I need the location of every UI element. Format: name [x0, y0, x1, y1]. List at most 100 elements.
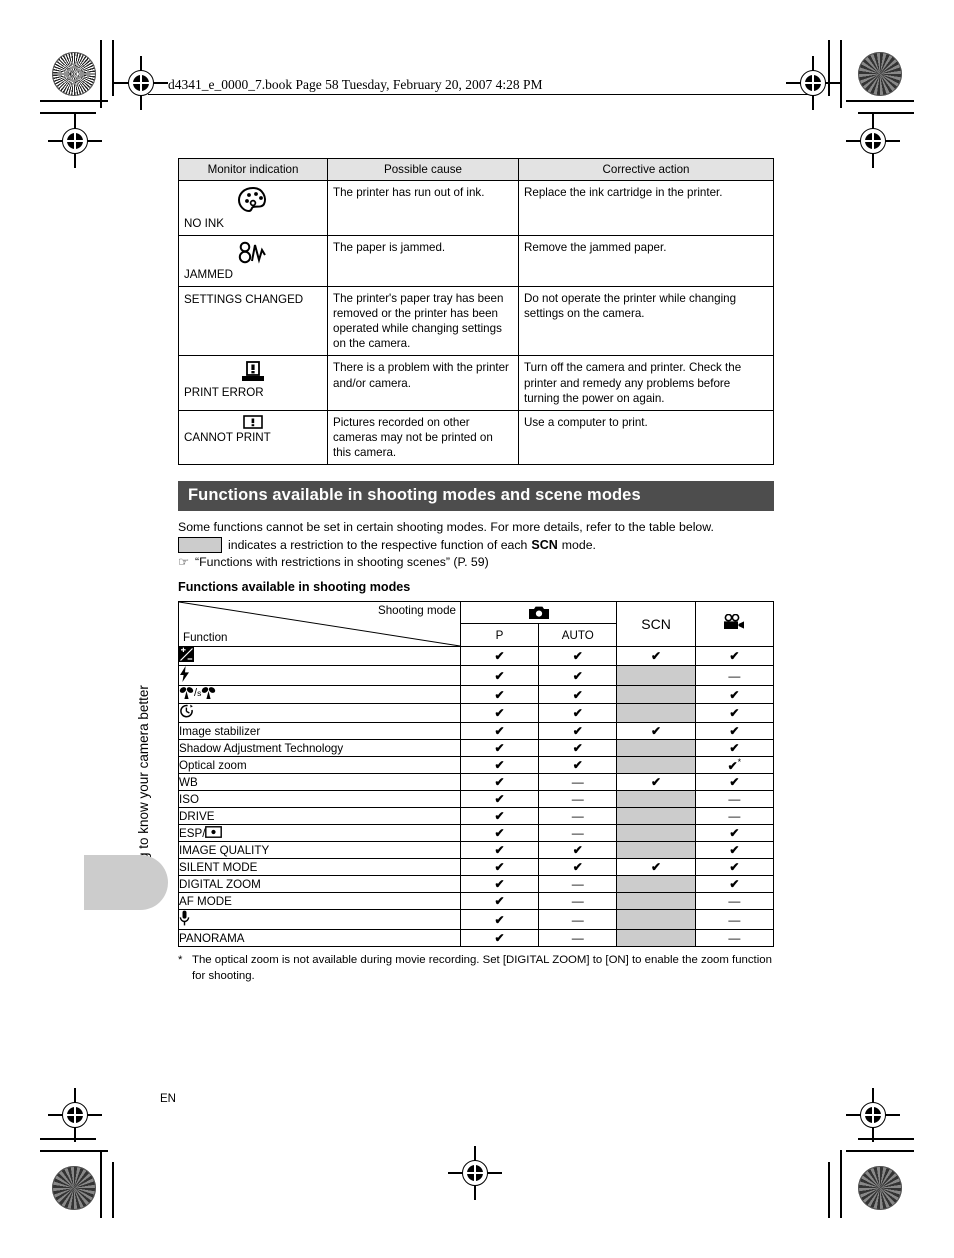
- function-name-cell: AF MODE: [178, 892, 461, 911]
- check-mark: ✔: [729, 649, 740, 664]
- functions-table-body: ✔ ✔ ✔ ✔ ✔ ✔ — / s ✔ ✔ ✔ ✔ ✔ ✔ Image stabilizer ✔ ✔ ✔ ✔ Shado…: [178, 646, 775, 948]
- availability-cell-p: ✔: [459, 807, 540, 826]
- corner-function-label: Function: [183, 631, 228, 645]
- cross-reference-text: “Functions with restrictions in shooting…: [195, 555, 489, 570]
- footnote-reference: *: [737, 757, 742, 768]
- availability-cell-movie: —: [694, 892, 775, 911]
- availability-cell-auto: —: [538, 875, 618, 894]
- function-name-cell: [178, 909, 461, 931]
- table-row: IMAGE QUALITY ✔ ✔ ✔: [178, 841, 775, 860]
- availability-cell-auto: ✔: [538, 703, 618, 724]
- check-mark: ✔: [494, 877, 505, 892]
- registration-mark-left: [48, 114, 102, 168]
- availability-cell-p: ✔: [459, 858, 540, 877]
- availability-cell-p: ✔: [459, 646, 540, 667]
- crop-mark: [858, 1138, 914, 1140]
- dash-mark: —: [728, 912, 741, 927]
- table-header-row: Shooting mode Function SCN: [178, 601, 775, 648]
- flash-icon: [180, 666, 189, 683]
- check-mark: ✔: [651, 724, 662, 739]
- pointing-hand-icon: ☞: [178, 555, 190, 570]
- still-camera-group-header: [459, 601, 618, 625]
- table-row: ✔ ✔ —: [178, 665, 775, 687]
- possible-cause-cell: The paper is jammed.: [327, 235, 519, 288]
- availability-cell-scn: [616, 841, 696, 860]
- function-name-cell: ESP/: [178, 824, 461, 843]
- rosette-mark-bottom-left: [52, 1166, 96, 1210]
- corrective-action-cell: Use a computer to print.: [518, 409, 774, 465]
- column-header-monitor-indication: Monitor indication: [178, 157, 328, 182]
- possible-cause-cell: The printer's paper tray has been remove…: [327, 286, 519, 357]
- corrective-action-cell: Turn off the camera and printer. Check t…: [518, 355, 774, 411]
- corner-shooting-mode-label: Shooting mode: [377, 604, 456, 618]
- table-row: Optical zoom ✔ ✔ ✔*: [178, 756, 775, 775]
- table-row: JAMMED The paper is jammed. Remove the j…: [178, 235, 774, 288]
- function-name-cell: [178, 703, 461, 724]
- corrective-action-cell: Do not operate the printer while changin…: [518, 286, 774, 357]
- check-mark: ✔: [572, 668, 583, 683]
- check-mark: ✔: [572, 758, 583, 773]
- availability-cell-p: ✔: [459, 703, 540, 724]
- availability-cell-p: ✔: [459, 824, 540, 843]
- table-row: ESP/ ✔ — ✔: [178, 824, 775, 843]
- dash-mark: —: [571, 809, 584, 824]
- possible-cause-cell: The printer has run out of ink.: [327, 180, 519, 237]
- crop-mark: [40, 100, 108, 102]
- availability-cell-auto: —: [538, 929, 618, 948]
- function-name-cell: Shadow Adjustment Technology: [178, 739, 461, 758]
- function-name-cell: SILENT MODE: [178, 858, 461, 877]
- availability-cell-p: ✔: [459, 875, 540, 894]
- dash-mark: —: [571, 912, 584, 927]
- chapter-side-tab-label: Getting to know your camera better: [136, 176, 151, 896]
- function-name-cell: / s: [178, 685, 461, 705]
- function-name-cell: IMAGE QUALITY: [178, 841, 461, 860]
- function-name-label: DRIVE: [179, 809, 215, 823]
- indication-label: PRINT ERROR: [184, 386, 264, 400]
- availability-cell-p: ✔: [459, 773, 540, 792]
- function-name-label: ISO: [179, 792, 199, 806]
- check-mark: ✔: [494, 668, 505, 683]
- legend-scn-label: SCN: [531, 538, 558, 553]
- availability-cell-auto: ✔: [538, 756, 618, 775]
- dash-mark: —: [728, 668, 741, 683]
- check-mark: ✔: [494, 758, 505, 773]
- check-mark: ✔: [494, 912, 505, 927]
- cross-reference: ☞ “Functions with restrictions in shooti…: [178, 555, 774, 569]
- availability-cell-scn: [616, 875, 696, 894]
- check-mark: ✔: [572, 687, 583, 702]
- check-mark: ✔: [727, 759, 738, 774]
- table-row: Image stabilizer ✔ ✔ ✔ ✔: [178, 722, 775, 741]
- movie-column-header: [694, 601, 775, 648]
- availability-cell-scn: [616, 703, 696, 724]
- section-title: Functions available in shooting modes an…: [178, 480, 774, 511]
- dash-mark: —: [728, 894, 741, 909]
- availability-cell-scn: [616, 892, 696, 911]
- dash-mark: —: [571, 877, 584, 892]
- crop-mark: [840, 1150, 842, 1218]
- chapter-side-tab-shape: [84, 855, 168, 910]
- availability-cell-movie: ✔: [694, 703, 775, 724]
- table-row: ✔ — —: [178, 909, 775, 931]
- crop-mark: [840, 40, 842, 108]
- availability-cell-p: ✔: [459, 841, 540, 860]
- check-mark: ✔: [494, 826, 505, 841]
- availability-cell-auto: —: [538, 892, 618, 911]
- functions-availability-table: Shooting mode Function SCN P AUTO ✔ ✔ ✔ …: [178, 601, 775, 948]
- check-mark: ✔: [729, 860, 740, 875]
- subsection-heading: Functions available in shooting modes: [178, 580, 411, 595]
- table-row: NO INK The printer has run out of ink. R…: [178, 180, 774, 237]
- registration-mark-bottom-center: [448, 1146, 502, 1200]
- self-timer-icon: [180, 705, 193, 718]
- availability-cell-p: ✔: [459, 892, 540, 911]
- page-language-marker: EN: [160, 1093, 176, 1105]
- availability-cell-p: ✔: [459, 739, 540, 758]
- table-row: PRINT ERROR There is a problem with the …: [178, 355, 774, 411]
- table-row: PANORAMA ✔ — —: [178, 929, 775, 948]
- column-header-possible-cause: Possible cause: [327, 157, 519, 182]
- function-name-label: IMAGE QUALITY: [179, 843, 270, 857]
- monitor-indication-cell: CANNOT PRINT: [178, 409, 328, 465]
- availability-cell-movie: ✔: [694, 685, 775, 705]
- crop-mark: [828, 1162, 830, 1218]
- crop-mark: [828, 40, 830, 96]
- availability-cell-auto: —: [538, 807, 618, 826]
